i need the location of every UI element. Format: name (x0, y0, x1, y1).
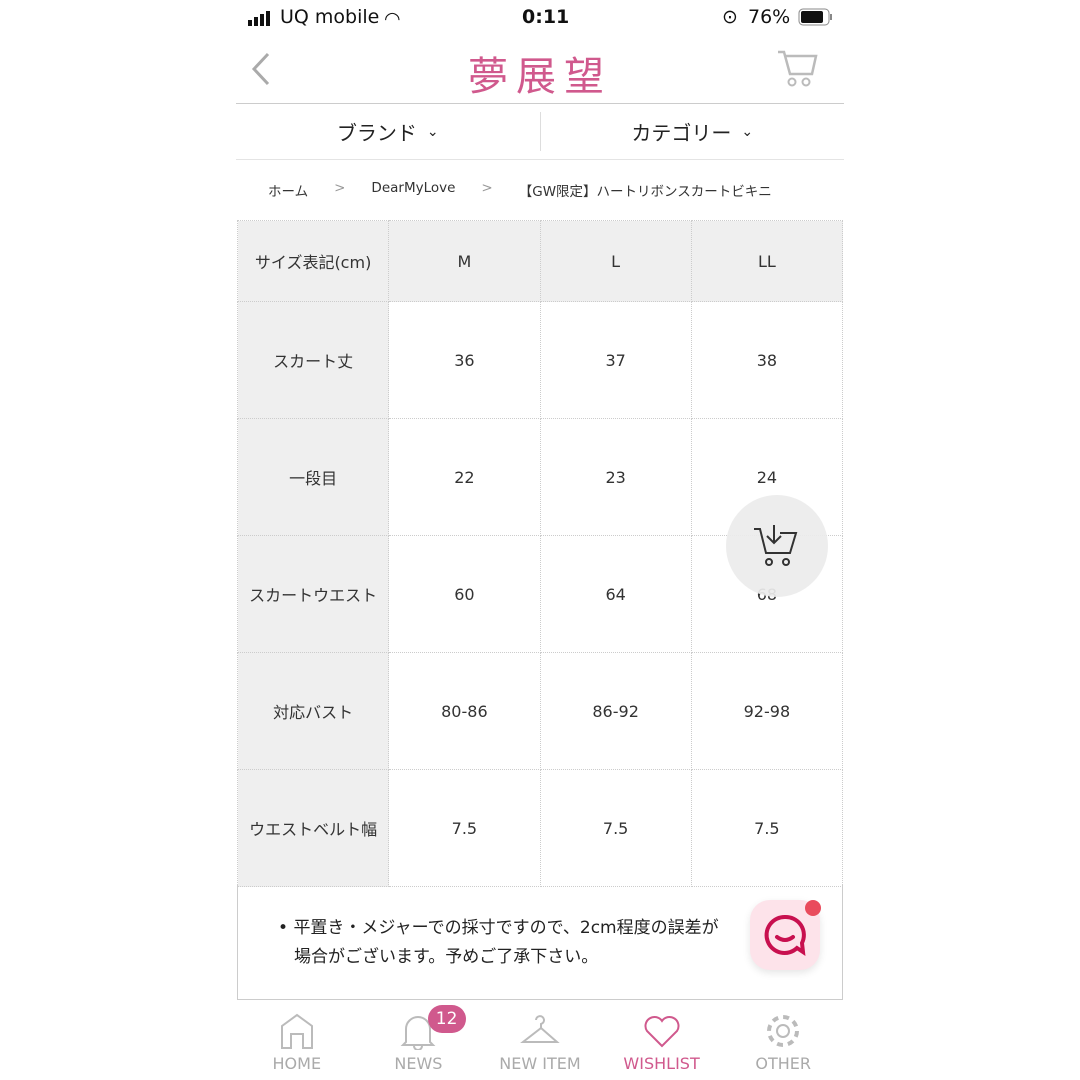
bottom-nav: HOME NEWS 12 NEW ITEM WISHLIST OTHER (236, 1000, 844, 1080)
category-dropdown[interactable]: カテゴリー ⌄ (541, 104, 845, 159)
cell: 36 (388, 301, 541, 419)
cell: 60 (388, 535, 541, 653)
cell: 7.5 (388, 769, 541, 887)
cell: 23 (539, 418, 692, 536)
breadcrumb-brand[interactable]: DearMyLove (371, 180, 455, 200)
table-row: 対応バスト 80-86 86-92 92-98 (236, 652, 844, 770)
cell: 7.5 (539, 769, 692, 887)
chevron-down-icon: ⌄ (741, 123, 754, 140)
header-cell: L (539, 220, 692, 302)
row-label: 対応バスト (236, 652, 390, 770)
heart-icon (644, 1016, 680, 1048)
table-row: スカート丈 36 37 38 (236, 301, 844, 419)
cell: 80-86 (388, 652, 541, 770)
gear-icon (767, 1015, 800, 1047)
signal-icon (248, 9, 274, 31)
news-badge: 12 (427, 1005, 466, 1033)
row-label: スカートウエスト (236, 535, 390, 653)
table-row: ウエストベルト幅 7.5 7.5 7.5 (236, 769, 844, 887)
battery-percent: 76% (748, 6, 791, 28)
time: 0:11 (522, 6, 570, 28)
row-label: ウエストベルト幅 (236, 769, 390, 887)
notification-dot (805, 900, 821, 916)
rotation-lock-icon: ⊙ (722, 6, 738, 28)
cell: 64 (539, 535, 692, 653)
row-label: スカート丈 (236, 301, 390, 419)
chevron-right-icon: > (334, 180, 346, 196)
table-header-row: サイズ表記(cm) M L LL (236, 220, 844, 302)
chevron-right-icon: > (481, 180, 493, 196)
breadcrumb-home[interactable]: ホーム (268, 180, 308, 200)
header-cell: LL (690, 220, 844, 302)
wifi-icon: ◠ (384, 8, 401, 30)
cart-download-icon (754, 525, 798, 566)
cart-icon[interactable] (776, 48, 818, 88)
nav-new-item[interactable]: NEW ITEM (479, 1000, 601, 1080)
breadcrumb-current: 【GW限定】ハートリボンスカートビキニ (518, 184, 772, 200)
header-cell: M (388, 220, 541, 302)
breadcrumb: ホーム > DearMyLove > 【GW限定】ハートリボンスカートビキニ (268, 180, 772, 200)
nav-wishlist[interactable]: WISHLIST (601, 1000, 723, 1080)
nav-other[interactable]: OTHER (722, 1000, 844, 1080)
nav-home[interactable]: HOME (236, 1000, 358, 1080)
cell: 86-92 (539, 652, 692, 770)
header-cell: サイズ表記(cm) (236, 220, 390, 302)
cell: 37 (539, 301, 692, 419)
add-to-cart-button[interactable] (726, 495, 828, 597)
cell: 7.5 (690, 769, 844, 887)
logo[interactable]: 夢展望 (236, 44, 844, 102)
chat-icon (764, 914, 806, 957)
cell: 92-98 (690, 652, 844, 770)
cell: 22 (388, 418, 541, 536)
status-bar: UQ mobile ◠ 0:11 ⊙ 76% (236, 0, 844, 36)
cell: 38 (690, 301, 844, 419)
brand-dropdown[interactable]: ブランド ⌄ (236, 104, 540, 159)
carrier: UQ mobile (280, 6, 380, 28)
app-header: 夢展望 (236, 36, 844, 104)
row-label: 一段目 (236, 418, 390, 536)
home-icon (280, 1013, 313, 1049)
hanger-icon (520, 1015, 560, 1043)
nav-news[interactable]: NEWS 12 (358, 1000, 480, 1080)
battery-icon (798, 8, 834, 31)
chevron-down-icon: ⌄ (426, 123, 439, 140)
category-menu: ブランド ⌄ カテゴリー ⌄ (236, 104, 844, 160)
